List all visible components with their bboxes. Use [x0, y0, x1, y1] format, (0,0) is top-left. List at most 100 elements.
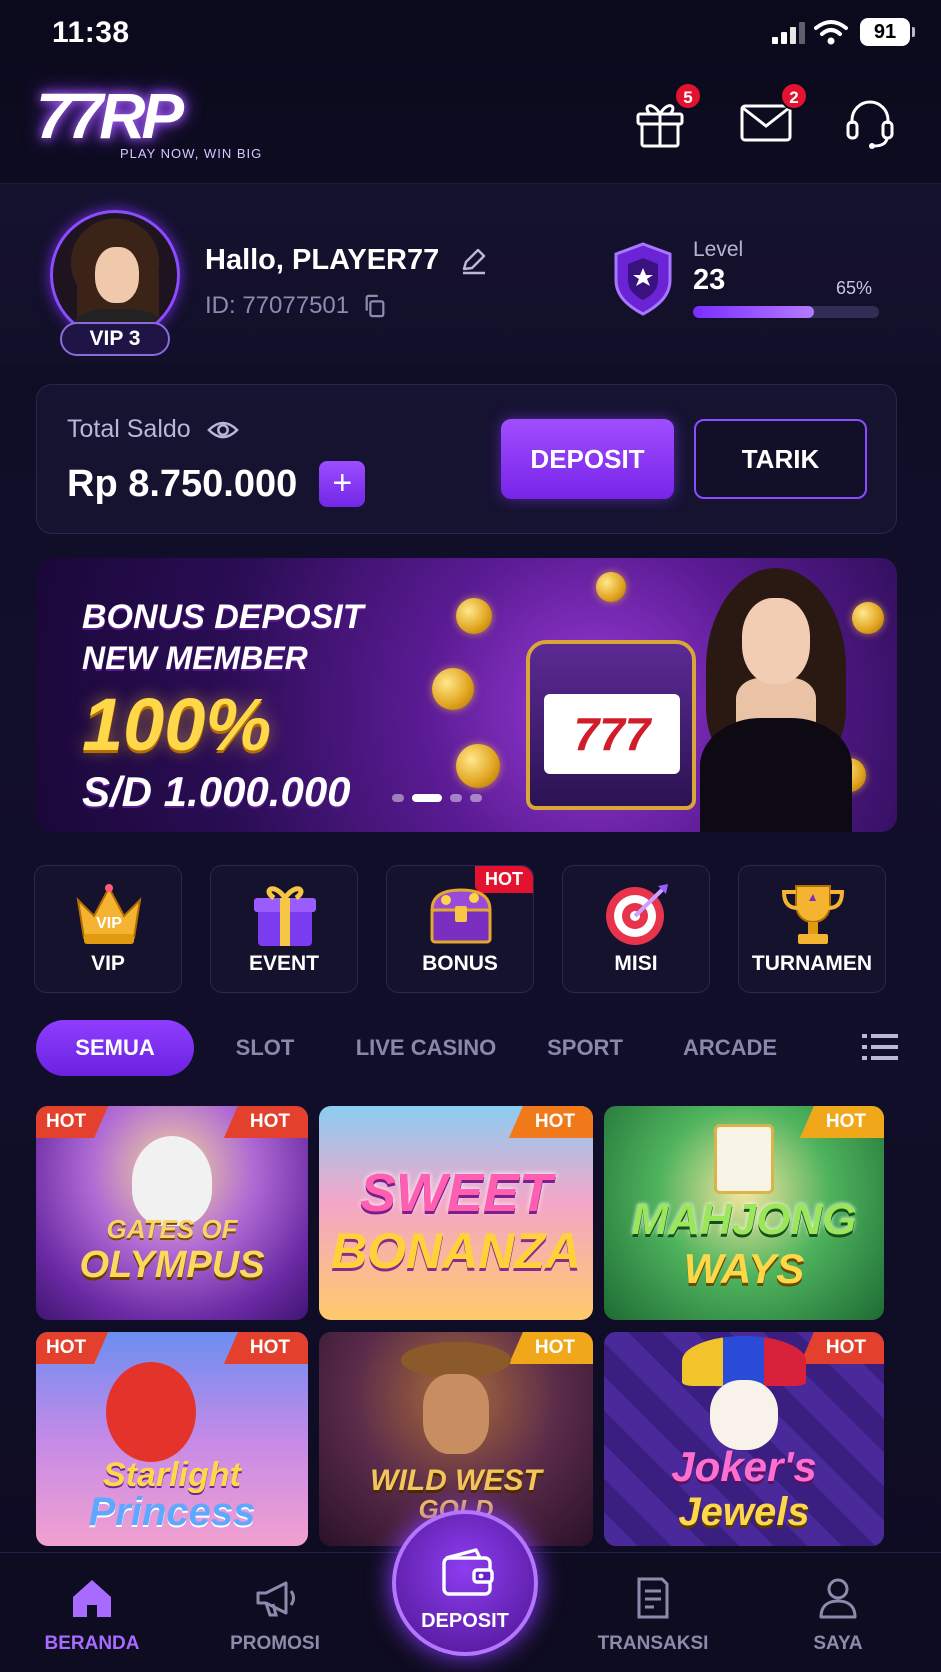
game-title-line2: BONANZA: [331, 1223, 581, 1279]
game-title-line2: WAYS: [683, 1245, 805, 1292]
category-label: EVENT: [248, 952, 319, 975]
headset-icon: [846, 100, 894, 149]
banner-line-1: BONUS DEPOSIT: [82, 598, 364, 636]
signal-icon: [772, 22, 806, 44]
profile-section: VIP 3 Hallo, PLAYER77 ID: 77077501 Level…: [0, 184, 941, 364]
category-vip[interactable]: VIP VIP: [34, 865, 182, 993]
promo-banner[interactable]: BONUS DEPOSIT NEW MEMBER 100% S/D 1.000.…: [36, 558, 897, 832]
game-tile-mahjong-ways[interactable]: HOT MAHJONG WAYS: [604, 1106, 884, 1320]
hot-badge: HOT: [799, 1332, 884, 1364]
banner-line-2: NEW MEMBER: [82, 640, 308, 676]
battery-indicator: 91: [860, 18, 915, 46]
nav-beranda[interactable]: BERANDA: [17, 1553, 167, 1672]
carousel-dot[interactable]: [392, 794, 404, 802]
list-menu-icon[interactable]: [862, 1032, 898, 1062]
tab-semua[interactable]: SEMUA: [36, 1020, 194, 1076]
hot-corner-badge: HOT: [36, 1106, 108, 1138]
level-progress-text: 65%: [836, 278, 873, 298]
game-title-line2: OLYMPUS: [79, 1244, 265, 1286]
user-id-row: ID: 77077501: [205, 292, 387, 320]
eye-icon[interactable]: [206, 419, 239, 441]
user-icon: [819, 1578, 857, 1619]
balance-amount: Rp 8.750.000: [67, 462, 298, 505]
nav-saya[interactable]: SAYA: [763, 1553, 913, 1672]
level-progress-fill: [693, 306, 814, 318]
add-balance-button[interactable]: +: [319, 461, 366, 507]
hot-badge: HOT: [799, 1106, 884, 1138]
wallet-icon: [442, 1548, 494, 1596]
level-progress-bar: [693, 306, 879, 318]
category-bonus[interactable]: HOT BONUS: [386, 865, 534, 993]
nav-label: BERANDA: [44, 1633, 140, 1654]
hot-badge: HOT: [223, 1106, 308, 1138]
copy-icon[interactable]: [363, 294, 387, 318]
nav-label: TRANSAKSI: [597, 1633, 709, 1654]
coin-graphic: [456, 744, 500, 788]
game-tile-sweet-bonanza[interactable]: HOT SWEET BONANZA: [319, 1106, 593, 1320]
status-bar: 11:38 91: [0, 0, 941, 64]
level-label: Level: [693, 238, 744, 261]
jester-hat-art: [682, 1336, 806, 1386]
joker-face-art: [710, 1380, 778, 1450]
princess-art: [106, 1362, 196, 1462]
home-icon: [73, 1580, 111, 1617]
level-shield-icon: [614, 242, 672, 316]
category-label: BONUS: [422, 952, 498, 975]
logo-text: 77RP: [36, 80, 184, 152]
game-tile-starlight-princess[interactable]: HOT HOT Starlight Princess: [36, 1332, 308, 1546]
carousel-dots[interactable]: [392, 794, 482, 802]
game-tile-gates-of-olympus[interactable]: HOT HOT GATES OF OLYMPUS: [36, 1106, 308, 1320]
category-event[interactable]: EVENT: [210, 865, 358, 993]
slot-reels: 777: [544, 694, 680, 774]
tab-sport[interactable]: SPORT: [530, 1020, 640, 1076]
mail-button[interactable]: 2: [738, 82, 808, 150]
carousel-dot[interactable]: [470, 794, 482, 802]
category-turnamen[interactable]: TURNAMEN: [738, 865, 886, 993]
game-tile-jokers-jewels[interactable]: HOT Joker's Jewels: [604, 1332, 884, 1546]
target-icon: [606, 884, 668, 945]
deposit-button[interactable]: DEPOSIT: [501, 419, 674, 499]
category-misi[interactable]: MISI: [562, 865, 710, 993]
support-button[interactable]: [842, 94, 898, 150]
deposit-fab-button[interactable]: DEPOSIT: [392, 1510, 538, 1656]
balance-label: Total Saldo: [67, 415, 191, 443]
category-shortcuts: VIP VIP EVENT HOT BONUS MISI TURNAMEN: [34, 865, 908, 993]
mahjong-tile-art: [714, 1124, 774, 1194]
hot-badge: HOT: [508, 1332, 593, 1364]
game-title-line2: Jewels: [678, 1490, 810, 1534]
game-title-line1: Joker's: [671, 1443, 817, 1490]
tab-live-casino[interactable]: LIVE CASINO: [344, 1020, 508, 1076]
tab-arcade[interactable]: ARCADE: [662, 1020, 798, 1076]
greeting-text: Hallo, PLAYER77: [205, 244, 440, 276]
banner-line-4: S/D 1.000.000: [82, 768, 351, 815]
brand-logo[interactable]: 77RP PLAY NOW, WIN BIG: [36, 80, 261, 164]
carousel-dot[interactable]: [450, 794, 462, 802]
megaphone-icon: [256, 1581, 295, 1617]
tab-slot[interactable]: SLOT: [210, 1020, 320, 1076]
receipt-icon: [637, 1577, 669, 1619]
gift-count-badge: 5: [674, 82, 702, 110]
game-filter-tabs: SEMUA SLOT LIVE CASINO SPORT ARCADE: [36, 1020, 906, 1076]
hot-corner-badge: HOT: [36, 1332, 108, 1364]
nav-promosi[interactable]: PROMOSI: [200, 1553, 350, 1672]
coin-graphic: [432, 668, 474, 710]
game-title-line1: WILD WEST: [370, 1464, 542, 1497]
balance-amount-row: Rp 8.750.000 +: [67, 461, 366, 507]
balance-card: Total Saldo Rp 8.750.000 + DEPOSIT TARIK: [36, 384, 897, 534]
gift-button[interactable]: 5: [632, 82, 702, 150]
withdraw-button[interactable]: TARIK: [694, 419, 867, 499]
game-title-line1: Starlight: [103, 1456, 241, 1494]
cowboy-face-art: [423, 1374, 489, 1454]
deposit-fab-label: DEPOSIT: [421, 1610, 509, 1632]
game-title-line1: MAHJONG: [631, 1195, 857, 1244]
edit-icon[interactable]: [459, 247, 487, 275]
nav-transaksi[interactable]: TRANSAKSI: [578, 1553, 728, 1672]
coin-graphic: [596, 572, 626, 602]
category-label: VIP: [91, 952, 125, 975]
hot-badge: HOT: [223, 1332, 308, 1364]
treasure-chest-icon: [430, 888, 492, 944]
app-screen: 11:38 91 77RP PLAY NOW, WIN BIG 5 2 VIP …: [0, 0, 941, 1672]
trophy-icon: [781, 885, 845, 944]
avatar[interactable]: [50, 210, 180, 340]
carousel-dot-active[interactable]: [412, 794, 442, 802]
